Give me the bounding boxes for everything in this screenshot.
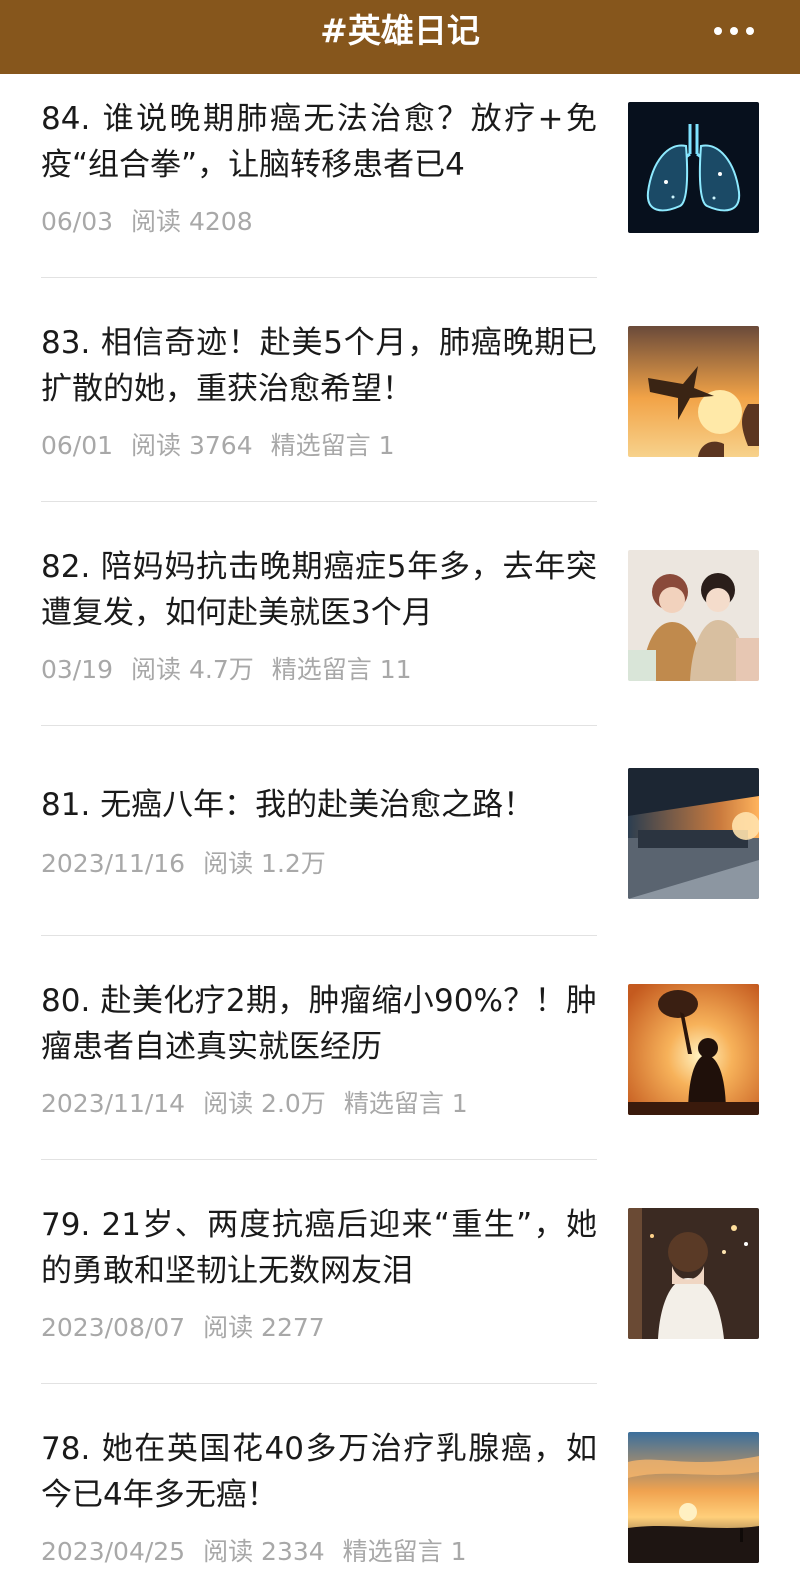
article-date: 2023/08/07 [41,1313,186,1342]
article-reads: 阅读 2.0万 [203,1089,326,1118]
article-date: 06/03 [41,207,114,236]
mother-daughter-image [628,550,759,681]
article-date: 2023/04/25 [41,1537,186,1566]
more-dot [746,27,754,35]
article-title: 84. 谁说晚期肺癌无法治愈？放疗+免疫“组合拳”，让脑转移患者已4 [41,101,597,183]
article-item-84[interactable]: 84. 谁说晚期肺癌无法治愈？放疗+免疫“组合拳”，让脑转移患者已4 06/03… [0,74,800,298]
article-comments: 精选留言 1 [343,1089,468,1118]
article-meta: 2023/08/07 阅读 2277 [41,1308,343,1344]
top-bar: #英雄日记 [0,0,800,74]
lungs-image [628,102,759,233]
more-dot [730,27,738,35]
article-comments: 精选留言 1 [342,1537,467,1566]
article-meta: 06/01 阅读 3764 精选留言 1 [41,426,412,462]
article-reads: 阅读 3764 [131,431,253,460]
article-title: 82. 陪妈妈抗击晚期癌症5年多，去年突遭复发，如何赴美就医3个月 [41,549,597,631]
article-item-79[interactable]: 79. 21岁、两度抗癌后迎来“重生”，她的勇敢和坚韧让无数网友泪 2023/0… [0,1160,800,1384]
article-meta: 06/03 阅读 4208 [41,202,271,238]
article-date: 06/01 [41,431,114,460]
article-comments: 精选留言 1 [270,431,395,460]
page-title: #英雄日记 [320,11,480,50]
beach-sunset-image [628,1432,759,1563]
article-title: 79. 21岁、两度抗癌后迎来“重生”，她的勇敢和坚韧让无数网友泪 [41,1207,597,1289]
bride-image [628,1208,759,1339]
article-meta: 2023/11/14 阅读 2.0万 精选留言 1 [41,1084,486,1120]
article-title: 78. 她在英国花40多万治疗乳腺癌，如今已4年多无癌！ [41,1431,597,1513]
article-meta: 2023/11/16 阅读 1.2万 [41,844,344,880]
article-meta: 2023/04/25 阅读 2334 精选留言 1 [41,1532,485,1568]
article-date: 2023/11/16 [41,849,186,878]
airport-image [628,768,759,899]
article-item-82[interactable]: 82. 陪妈妈抗击晚期癌症5年多，去年突遭复发，如何赴美就医3个月 03/19 阅… [0,502,800,726]
article-reads: 阅读 2277 [203,1313,325,1342]
article-item-78[interactable]: 78. 她在英国花40多万治疗乳腺癌，如今已4年多无癌！ 2023/04/25 阅… [0,1384,800,1592]
article-date: 03/19 [41,655,114,684]
article-item-81[interactable]: 81. 无癌八年：我的赴美治愈之路！ 2023/11/16 阅读 1.2万 [0,726,800,936]
article-reads: 阅读 2334 [203,1537,325,1566]
article-item-83[interactable]: 83. 相信奇迹！赴美5个月，肺癌晚期已扩散的她，重获治愈希望！ 06/01 阅读… [0,278,800,502]
woman-hat-sunset-image [628,984,759,1115]
article-meta: 03/19 阅读 4.7万 精选留言 11 [41,650,430,686]
article-reads: 阅读 4.7万 [131,655,254,684]
article-item-80[interactable]: 80. 赴美化疗2期，肿瘤缩小90%？！肿瘤患者自述真实就医经历 2023/11… [0,936,800,1160]
article-reads: 阅读 4208 [131,207,253,236]
article-title: 81. 无癌八年：我的赴美治愈之路！ [41,787,535,823]
article-date: 2023/11/14 [41,1089,186,1118]
article-comments: 精选留言 11 [271,655,412,684]
article-title: 80. 赴美化疗2期，肿瘤缩小90%？！肿瘤患者自述真实就医经历 [41,983,597,1065]
bird-sunset-image [628,326,759,457]
article-reads: 阅读 1.2万 [203,849,326,878]
more-dots-icon[interactable] [714,19,754,43]
article-title: 83. 相信奇迹！赴美5个月，肺癌晚期已扩散的她，重获治愈希望！ [41,325,597,407]
more-dot [714,27,722,35]
